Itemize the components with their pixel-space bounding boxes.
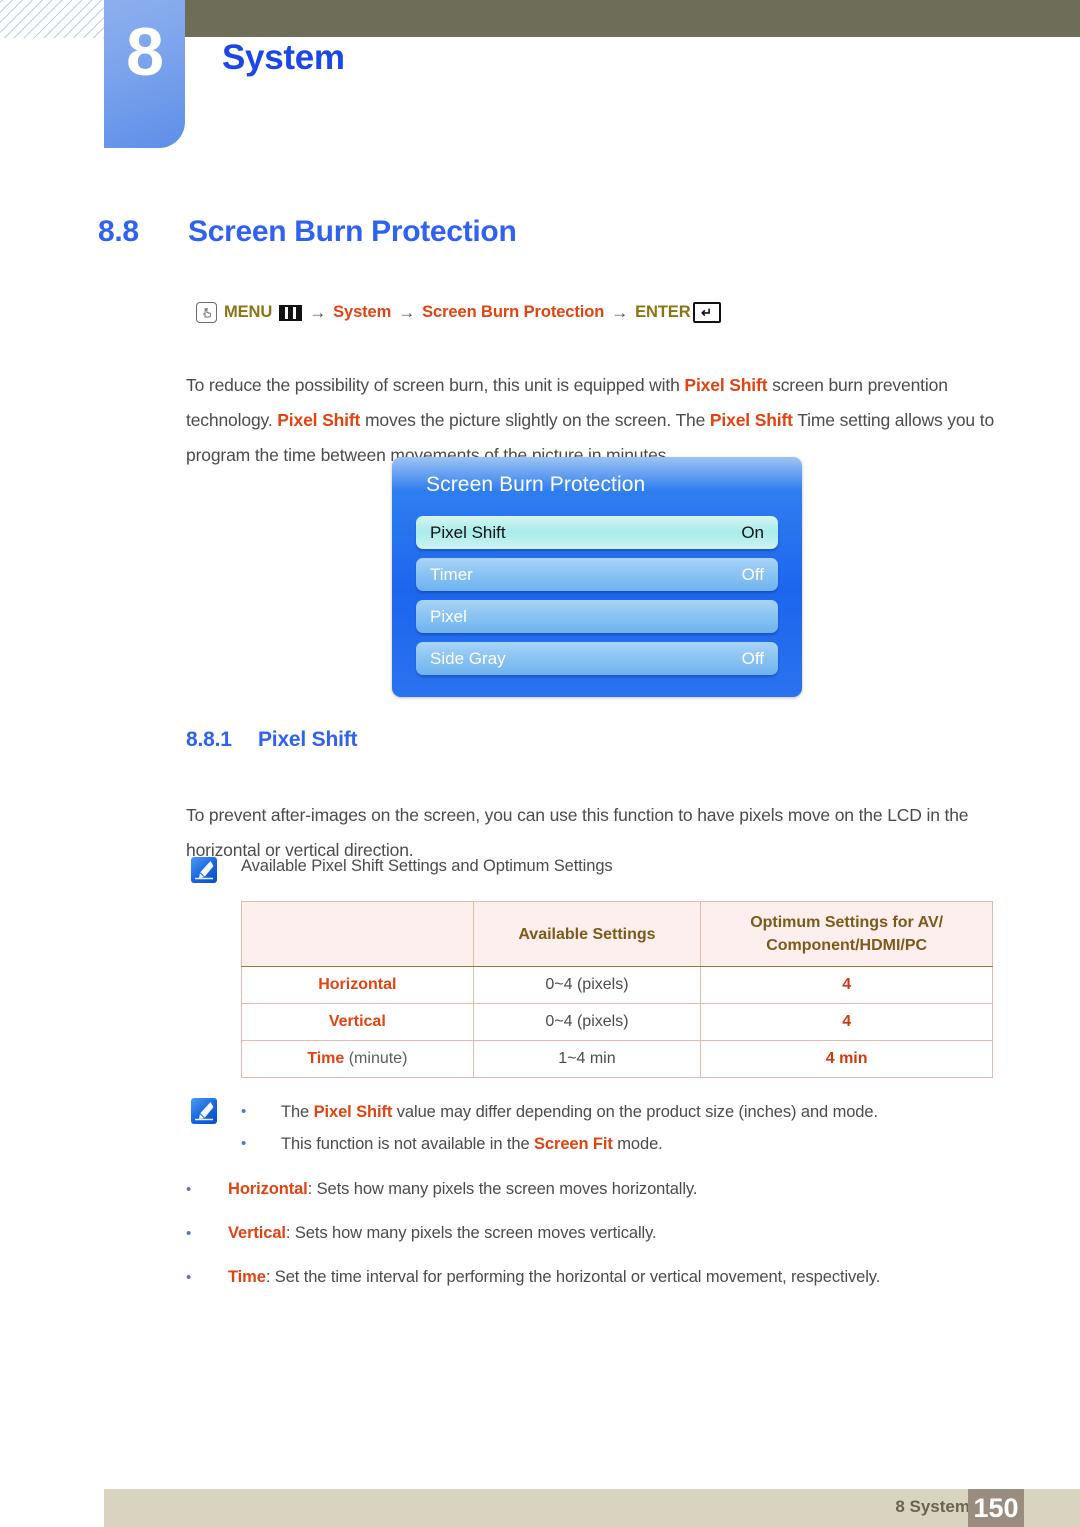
note-text-2: mode. [612, 1135, 663, 1153]
menu-bars-icon [279, 304, 303, 321]
table-cell-optimum: 4 [700, 966, 993, 1004]
chapter-tab: 8 [104, 0, 185, 148]
definition-term: Horizontal [228, 1180, 308, 1198]
hatch-pattern-decoration [0, 0, 104, 38]
table-cell-label-suffix: (minute) [344, 1050, 408, 1067]
hand-pointer-icon [196, 302, 217, 323]
table-header-optimum-settings: Optimum Settings for AV/ Component/HDMI/… [700, 901, 993, 967]
table-header-optimum-line-1: Optimum Settings for AV/ [750, 914, 944, 931]
note-pen-icon [191, 1098, 217, 1124]
page-header: 8 System [0, 0, 1080, 160]
breadcrumb-arrow-2: → [398, 302, 416, 322]
note-list-item: This function is not available in the Sc… [241, 1128, 1001, 1160]
note-bold-term: Pixel Shift [313, 1103, 393, 1121]
table-cell-label: Vertical [241, 1003, 474, 1041]
table-cell-optimum: 4 min [700, 1040, 993, 1078]
definition-list-item: Horizontal: Sets how many pixels the scr… [186, 1172, 1006, 1207]
table-cell-label: Time (minute) [241, 1040, 474, 1078]
section-title: Screen Burn Protection [188, 215, 517, 248]
chapter-title: System [222, 38, 345, 77]
subsection-title: Pixel Shift [258, 728, 358, 751]
breadcrumb-menu-label: MENU [224, 303, 273, 321]
osd-row-timer[interactable]: Timer Off [416, 558, 778, 591]
note-text-1: The [281, 1103, 314, 1121]
breadcrumb-path-screen-burn-protection: Screen Burn Protection [422, 303, 605, 321]
table-header-blank [241, 901, 474, 967]
table-cell-available: 0~4 (pixels) [472, 966, 702, 1004]
definition-list-item: Time: Set the time interval for performi… [186, 1260, 1006, 1295]
osd-row-label: Side Gray [430, 648, 506, 668]
osd-row-value: On [741, 522, 764, 542]
definition-term: Vertical [228, 1224, 286, 1242]
table-body: Horizontal 0~4 (pixels) 4 Vertical 0~4 (pixe… [241, 966, 993, 1078]
osd-row-label: Pixel [430, 606, 467, 626]
osd-row-pixel[interactable]: Pixel [416, 600, 778, 633]
table-row: Vertical 0~4 (pixels) 4 [241, 1003, 993, 1041]
table-header-row: Available Settings Optimum Settings for … [241, 901, 993, 967]
footer-label: 8 System [895, 1497, 970, 1516]
table-cell-available: 1~4 min [472, 1040, 702, 1078]
osd-row-label: Timer [430, 564, 473, 584]
breadcrumb: MENU → System → Screen Burn Protection →… [196, 302, 721, 323]
definition-description: : Set the time interval for performing t… [265, 1268, 881, 1286]
osd-title: Screen Burn Protection [426, 473, 646, 496]
definition-description: : Sets how many pixels the screen moves … [285, 1224, 657, 1242]
subsection-number: 8.8.1 [186, 728, 232, 751]
chapter-number: 8 [126, 14, 164, 90]
osd-row-value: Off [741, 564, 764, 584]
note-text-1: This function is not available in the [281, 1135, 535, 1153]
settings-table: Available Settings Optimum Settings for … [241, 901, 993, 1078]
breadcrumb-arrow-1: → [309, 302, 327, 322]
definition-description: : Sets how many pixels the screen moves … [307, 1180, 698, 1198]
enter-return-icon: ↵ [692, 302, 721, 323]
table-cell-available: 0~4 (pixels) [472, 1003, 702, 1041]
note-pen-icon [191, 857, 217, 883]
table-header-available-settings: Available Settings [472, 901, 702, 967]
section-heading: 8.8 Screen Burn Protection [98, 215, 517, 249]
osd-menu-list: Pixel Shift On Timer Off Pixel Side Gray Off [416, 516, 778, 684]
definition-list-item: Vertical: Sets how many pixels the scree… [186, 1216, 1006, 1251]
table-header-optimum-line-2: Component/HDMI/PC [766, 937, 928, 954]
table-cell-optimum: 4 [700, 1003, 993, 1041]
osd-row-side-gray[interactable]: Side Gray Off [416, 642, 778, 675]
intro-bold-1: Pixel Shift [684, 374, 768, 395]
note-list-item: The Pixel Shift value may differ dependi… [241, 1096, 1001, 1128]
breadcrumb-enter-label: ENTER [635, 303, 691, 321]
breadcrumb-arrow-3: → [611, 302, 629, 322]
subsection-heading: 8.8.1 Pixel Shift [186, 728, 358, 752]
intro-text-3: moves the picture slightly on the screen… [360, 409, 710, 430]
table-cell-label: Horizontal [241, 966, 474, 1004]
note-icon-label: Available Pixel Shift Settings and Optim… [241, 857, 613, 875]
osd-row-value: Off [741, 648, 764, 668]
definitions-bullet-list: Horizontal: Sets how many pixels the scr… [186, 1172, 1006, 1304]
intro-bold-3: Pixel Shift [709, 409, 793, 430]
notes-bullet-list: The Pixel Shift value may differ dependi… [241, 1096, 1001, 1160]
osd-screenshot-panel: Screen Burn Protection Pixel Shift On Time… [392, 457, 802, 697]
breadcrumb-path-system: System [333, 303, 392, 321]
osd-row-pixel-shift[interactable]: Pixel Shift On [416, 516, 778, 549]
header-top-bar [185, 0, 1080, 37]
table-header: Available Settings Optimum Settings for … [241, 901, 993, 967]
note-bold-term: Screen Fit [534, 1135, 613, 1153]
footer-page-number: 150 [968, 1489, 1024, 1527]
note-text-2: value may differ depending on the produc… [392, 1103, 878, 1121]
section-number: 8.8 [98, 215, 139, 248]
table-row: Time (minute) 1~4 min 4 min [241, 1040, 993, 1078]
intro-text-1: To reduce the possibility of screen burn… [186, 374, 685, 395]
intro-bold-2: Pixel Shift [277, 409, 361, 430]
definition-term: Time [228, 1268, 266, 1286]
table-row: Horizontal 0~4 (pixels) 4 [241, 966, 993, 1004]
osd-row-label: Pixel Shift [430, 522, 506, 542]
